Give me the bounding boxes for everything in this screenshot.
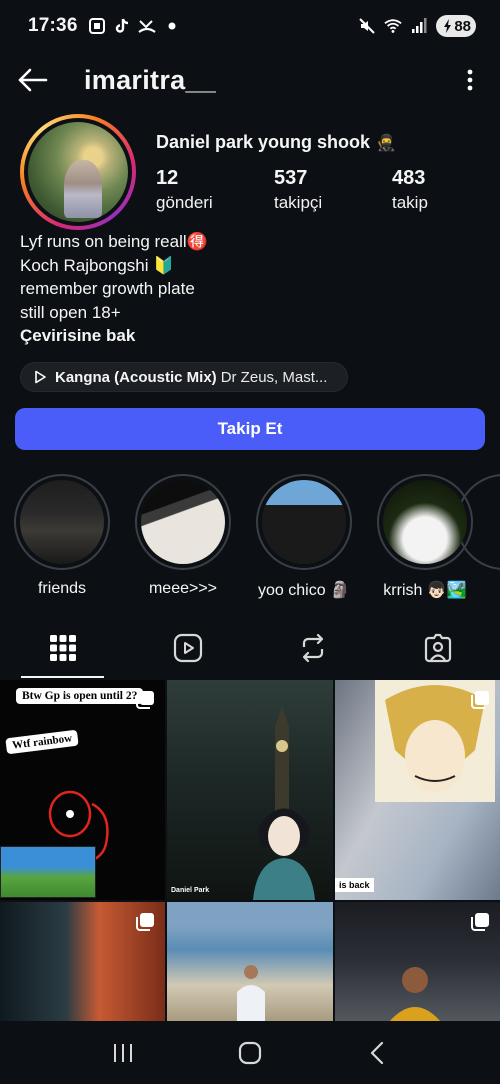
profile-avatar[interactable]: [20, 114, 136, 230]
post-tag: Daniel Park: [171, 887, 210, 894]
highlight-cover: [383, 480, 467, 564]
post-thumbnail[interactable]: [0, 902, 165, 1021]
stat-label: takip: [392, 193, 428, 212]
person-shape: [237, 965, 265, 1021]
profile-header: imaritra__: [0, 52, 500, 108]
bio-line: remember growth plate: [20, 279, 195, 298]
status-bar: 17:36 88: [0, 0, 500, 52]
avatar-image: [28, 122, 128, 222]
recents-icon[interactable]: [103, 1033, 143, 1073]
bio-line: still open 18+: [20, 302, 121, 322]
bio-line: Koch Rajbongshi 🔰: [20, 255, 175, 275]
play-icon: [35, 370, 46, 384]
stat-value: 483: [392, 167, 426, 189]
multiple-posts-icon: [136, 913, 154, 931]
music-song: Kangna (Acoustic Mix): [55, 368, 217, 386]
wifi-icon: [384, 17, 402, 35]
notification-icons: [88, 17, 181, 35]
person-shape: [389, 967, 441, 1021]
tab-posts[interactable]: [0, 618, 125, 678]
tagged-icon: [424, 633, 451, 663]
highlight-label: friends: [37, 580, 87, 597]
highlight-cover: [262, 480, 346, 564]
signal-icon: [410, 17, 428, 35]
home-icon[interactable]: [230, 1033, 270, 1073]
music-artist: Dr Zeus, Mast...: [220, 368, 328, 386]
reels-icon: [173, 633, 202, 663]
anime-character: [253, 808, 315, 900]
post-thumbnail[interactable]: [167, 902, 333, 1021]
multiple-posts-icon: [136, 691, 154, 709]
highlight-label: krrish 👦🏻🏞️: [383, 582, 467, 599]
profile-tabs: [0, 618, 500, 678]
story-highlights: friends meee>>> yoo chico 🗿 krrish 👦🏻🏞️: [14, 474, 500, 604]
missed-call-icon: [137, 17, 156, 35]
more-vertical-icon[interactable]: [458, 65, 482, 95]
highlight-item[interactable]: krrish 👦🏻🏞️: [377, 474, 473, 604]
profile-username: imaritra__: [84, 64, 217, 95]
stat-value: 12: [156, 167, 179, 189]
grid-icon: [49, 635, 76, 661]
back-arrow-icon[interactable]: [18, 65, 48, 95]
post-inset-image: [0, 846, 96, 898]
system-icons: 88: [358, 15, 476, 37]
highlight-label: meee>>>: [148, 580, 218, 597]
post-caption: Wtf rainbow: [5, 729, 79, 755]
tiktok-icon: [113, 17, 131, 35]
highlight-item[interactable]: meee>>>: [135, 474, 231, 604]
post-tag: is back: [335, 878, 374, 892]
multiple-posts-icon: [471, 691, 489, 709]
post-thumbnail[interactable]: [335, 902, 500, 1021]
profile-bio: Lyf runs on being reall🉐 Koch Rajbongshi…: [20, 230, 480, 348]
dot-icon: [163, 17, 181, 35]
stat-label: gönderi: [156, 193, 213, 212]
highlight-cover: [20, 480, 104, 564]
tab-tagged[interactable]: [375, 618, 500, 678]
stat-following[interactable]: 483 takip: [392, 166, 486, 216]
story-ring: [20, 114, 136, 230]
battery-level: 88: [454, 17, 471, 35]
profile-music[interactable]: Kangna (Acoustic Mix) Dr Zeus, Mast...: [20, 362, 348, 392]
system-navigation-bar: [0, 1022, 500, 1084]
bio-line: Lyf runs on being reall🉐: [20, 232, 208, 251]
post-thumbnail[interactable]: Btw Gp is open until 2? Wtf rainbow: [0, 680, 165, 900]
back-icon[interactable]: [357, 1033, 397, 1073]
post-thumbnail[interactable]: is back: [335, 680, 500, 900]
highlight-label: yoo chico 🗿: [258, 582, 350, 599]
display-name-text: Daniel park young shook: [156, 132, 371, 152]
ninja-emoji: 🥷: [376, 134, 396, 152]
status-time: 17:36: [28, 15, 78, 36]
display-name: Daniel park young shook 🥷: [156, 132, 396, 153]
stat-label: takipçi: [274, 193, 323, 212]
tab-reels[interactable]: [125, 618, 250, 678]
profile-stats: 12 gönderi 537 takipçi 483 takip: [156, 166, 486, 216]
post-thumbnail[interactable]: Daniel Park: [167, 680, 333, 900]
repost-icon: [302, 633, 323, 663]
post-caption: Btw Gp is open until 2?: [16, 688, 144, 704]
highlight-item[interactable]: yoo chico 🗿: [256, 474, 352, 604]
highlight-item[interactable]: friends: [14, 474, 110, 604]
stat-posts[interactable]: 12 gönderi: [156, 166, 274, 216]
multiple-posts-icon: [471, 913, 489, 931]
follow-button[interactable]: Takip Et: [15, 408, 485, 450]
battery-icon: 88: [436, 15, 476, 37]
screenshot-icon: [88, 17, 106, 35]
mute-icon: [358, 17, 376, 35]
highlight-cover: [141, 480, 225, 564]
posts-grid: Btw Gp is open until 2? Wtf rainbow Dani…: [0, 680, 500, 1021]
see-translation-link[interactable]: Çevirisine bak: [20, 324, 480, 348]
stat-value: 537: [274, 167, 308, 189]
stat-followers[interactable]: 537 takipçi: [274, 166, 392, 216]
tab-reposts[interactable]: [250, 618, 375, 678]
